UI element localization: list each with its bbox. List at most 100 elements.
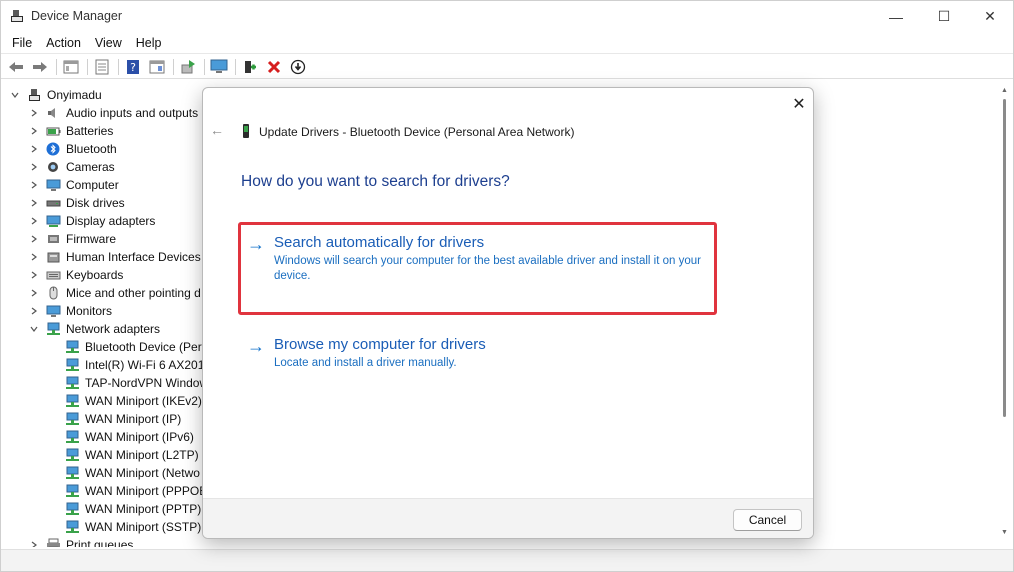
bluetooth-device-icon [243, 124, 249, 138]
help-button[interactable]: ? [122, 56, 144, 78]
arrow-left-icon: ← [210, 122, 224, 138]
tree-item[interactable]: Display adapters [28, 212, 155, 230]
menu-help[interactable]: Help [129, 33, 169, 53]
chevron-right-icon[interactable] [28, 179, 40, 191]
battery-icon [46, 127, 61, 136]
dialog-footer: Cancel [203, 498, 813, 538]
tree-item[interactable]: WAN Miniport (L2TP) [65, 446, 199, 464]
tree-item[interactable]: Audio inputs and outputs [28, 104, 198, 122]
chevron-right-icon[interactable] [28, 143, 40, 155]
minimize-button[interactable]: — [873, 1, 919, 32]
search-automatically-option[interactable]: → Search automatically for drivers Windo… [247, 234, 701, 284]
tree-item[interactable]: WAN Miniport (IPv6) [65, 428, 194, 446]
maximize-button[interactable]: ☐ [921, 1, 967, 32]
tree-item-label: Disk drives [66, 196, 125, 210]
cancel-button[interactable]: Cancel [733, 509, 802, 531]
toolbar-separator [235, 58, 236, 75]
chevron-right-icon[interactable] [28, 197, 40, 209]
tree-item[interactable]: Mice and other pointing d [28, 284, 201, 302]
tree-item[interactable]: WAN Miniport (PPPOE [65, 482, 207, 500]
scan-hardware-button[interactable] [208, 56, 230, 78]
tree-item[interactable]: WAN Miniport (Netwo [65, 464, 200, 482]
chevron-right-icon[interactable] [28, 305, 40, 317]
update-drivers-dialog: ✕ ← Update Drivers - Bluetooth Device (P… [202, 87, 814, 539]
scrollbar-thumb[interactable] [1003, 99, 1006, 417]
chevron-right-icon[interactable] [28, 287, 40, 299]
uninstall-device-button[interactable] [263, 56, 285, 78]
properties-icon [95, 59, 109, 74]
search-automatically-title[interactable]: Search automatically for drivers [274, 234, 484, 251]
dialog-close-button[interactable]: ✕ [789, 94, 809, 114]
tree-item[interactable]: WAN Miniport (PPTP) [65, 500, 201, 518]
tree-item[interactable]: Batteries [28, 122, 113, 140]
network-adapter-icon [66, 430, 79, 443]
menu-file[interactable]: File [5, 33, 39, 53]
status-bar [1, 549, 1013, 571]
back-button[interactable] [5, 56, 27, 78]
close-window-button[interactable]: ✕ [967, 1, 1013, 32]
tree-item[interactable]: Bluetooth Device (Pers [65, 338, 208, 356]
toolbar-separator [118, 58, 119, 75]
tree-item[interactable]: Computer [28, 176, 119, 194]
menu-view[interactable]: View [88, 33, 129, 53]
chevron-down-icon[interactable] [9, 89, 21, 101]
disable-device-button[interactable] [287, 56, 309, 78]
tree-item-label: WAN Miniport (IKEv2) [85, 394, 202, 408]
chevron-right-icon[interactable] [28, 161, 40, 173]
action-pane-button[interactable] [146, 56, 168, 78]
chevron-right-icon[interactable] [28, 539, 40, 547]
tree-item-label: WAN Miniport (IPv6) [85, 430, 194, 444]
arrow-left-icon [9, 61, 23, 72]
tree-item[interactable]: Network adapters [28, 320, 160, 338]
tree-item[interactable]: Cameras [28, 158, 115, 176]
tree-item-label: WAN Miniport (PPPOE [85, 484, 208, 498]
bluetooth-icon [46, 142, 60, 156]
tree-item[interactable]: Bluetooth [28, 140, 117, 158]
chevron-right-icon[interactable] [28, 233, 40, 245]
tree-item[interactable]: WAN Miniport (IP) [65, 410, 181, 428]
tree-item[interactable]: Intel(R) Wi-Fi 6 AX201 [65, 356, 204, 374]
browse-computer-option[interactable]: → Browse my computer for drivers Locate … [247, 336, 697, 370]
console-tree-icon [63, 60, 79, 73]
show-hide-tree-button[interactable] [60, 56, 82, 78]
toolbar: ? [1, 55, 1013, 79]
tree-item[interactable]: Disk drives [28, 194, 125, 212]
update-driver-toolbar-button[interactable] [177, 56, 199, 78]
tree-item-label: WAN Miniport (PPTP) [85, 502, 202, 516]
menu-action[interactable]: Action [39, 33, 88, 53]
scroll-up-icon[interactable]: ▲ [1001, 87, 1008, 94]
tree-item[interactable]: WAN Miniport (SSTP) [65, 518, 201, 536]
chevron-right-icon[interactable] [28, 251, 40, 263]
disk-icon [46, 200, 61, 207]
tree-item[interactable]: Firmware [28, 230, 116, 248]
chevron-right-icon[interactable] [28, 269, 40, 281]
forward-button[interactable] [29, 56, 51, 78]
monitor-icon [46, 305, 61, 317]
chevron-right-icon[interactable] [28, 215, 40, 227]
tree-item[interactable]: TAP-NordVPN Window [65, 374, 208, 392]
tree-item[interactable]: Monitors [28, 302, 112, 320]
scroll-down-icon[interactable]: ▼ [1001, 529, 1008, 536]
tree-item[interactable]: Human Interface Devices [28, 248, 201, 266]
browse-computer-title[interactable]: Browse my computer for drivers [274, 336, 486, 353]
properties-button[interactable] [91, 56, 113, 78]
tree-scrollbar[interactable]: ▲ ▼ [999, 85, 1013, 547]
tree-item[interactable]: Keyboards [28, 266, 123, 284]
chevron-right-icon[interactable] [28, 107, 40, 119]
keyboard-icon [46, 271, 61, 280]
toolbar-separator [87, 58, 88, 75]
tree-item-label: Cameras [66, 160, 115, 174]
tree-item[interactable]: WAN Miniport (IKEv2) [65, 392, 202, 410]
arrow-right-icon: → [247, 336, 265, 356]
printer-icon [47, 538, 60, 547]
tree-item[interactable]: Print queues [28, 536, 133, 547]
hid-icon [47, 252, 60, 263]
tree-item-label: TAP-NordVPN Window [85, 376, 209, 390]
chevron-down-icon[interactable] [28, 323, 40, 335]
tree-item-label: WAN Miniport (SSTP) [85, 520, 202, 534]
tree-root-row[interactable]: Onyimadu [9, 86, 102, 104]
add-driver-button[interactable] [239, 56, 261, 78]
chevron-right-icon[interactable] [28, 125, 40, 137]
tree-item-label: Bluetooth Device (Pers [85, 340, 208, 354]
dialog-back-button[interactable]: ← [209, 122, 225, 138]
